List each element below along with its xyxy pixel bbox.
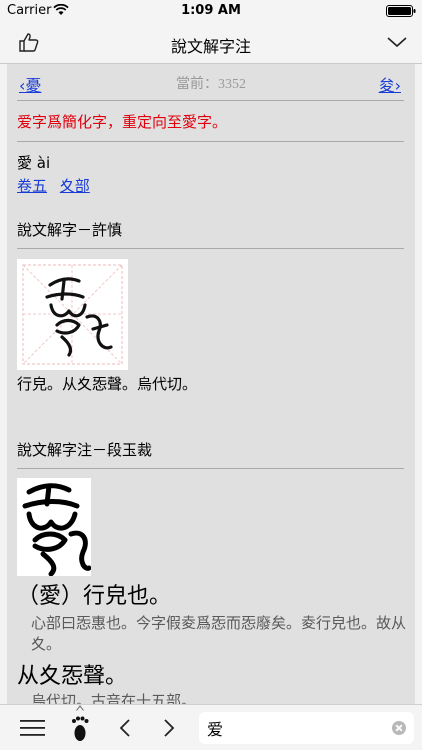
duanzhu-headline: （愛）行皃也。 bbox=[17, 584, 172, 609]
seal-script-image-large bbox=[17, 478, 91, 576]
section-title-shuowen: 說文解字－許慎 bbox=[17, 221, 123, 239]
battery-icon bbox=[386, 5, 416, 17]
radical-link[interactable]: 夊部 bbox=[60, 177, 90, 195]
status-time: 1:09 AM bbox=[181, 3, 241, 18]
hamburger-icon[interactable] bbox=[20, 719, 45, 737]
next-entry-link[interactable]: 夋› bbox=[379, 72, 401, 96]
footprint-icon[interactable] bbox=[70, 715, 90, 743]
search-input[interactable] bbox=[207, 716, 387, 740]
shuowen-definition: 行皃。从夊㤅聲。烏代切。 bbox=[17, 375, 198, 393]
duanzhu-phonetic: 从夊㤅聲。 bbox=[17, 664, 128, 689]
chevron-down-icon[interactable] bbox=[386, 33, 408, 51]
section-title-duanzhu: 說文解字注－段玉裁 bbox=[17, 441, 153, 459]
divider bbox=[17, 468, 404, 469]
divider bbox=[17, 100, 404, 101]
chevron-left-icon[interactable] bbox=[119, 718, 131, 738]
pager: ‹憂 當前：3352 夋› bbox=[7, 64, 415, 100]
category-links: 卷五 夊部 bbox=[17, 175, 98, 196]
duanzhu-pronunciation-note: 烏代切。古音在十五部。 bbox=[31, 692, 197, 704]
clear-icon[interactable] bbox=[392, 721, 406, 735]
headword: 愛 ài bbox=[17, 154, 51, 172]
seal-script-image bbox=[17, 259, 128, 370]
volume-link[interactable]: 卷五 bbox=[17, 177, 47, 195]
divider bbox=[17, 248, 404, 249]
status-bar: Carrier 1:09 AM bbox=[0, 0, 422, 22]
duanzhu-annotation: 心部曰㤅惠也。今字假夌爲㤅而㤅廢矣。夌行皃也。故从夊。 bbox=[31, 614, 407, 653]
nav-bar: 說文解字注 bbox=[0, 22, 422, 64]
search-box bbox=[199, 712, 414, 744]
chevron-right-icon[interactable] bbox=[163, 718, 175, 738]
page-title: 說文解字注 bbox=[170, 37, 251, 56]
divider bbox=[17, 141, 404, 142]
entry-content[interactable]: ‹憂 當前：3352 夋› 爱字爲簡化字，重定向至愛字。 愛 ài 卷五 夊部 … bbox=[7, 64, 415, 704]
caret-up-icon bbox=[76, 705, 84, 711]
bottom-toolbar bbox=[0, 704, 422, 750]
current-entry-number: 當前：3352 bbox=[176, 77, 246, 92]
redirect-notice: 爱字爲簡化字，重定向至愛字。 bbox=[17, 113, 228, 131]
